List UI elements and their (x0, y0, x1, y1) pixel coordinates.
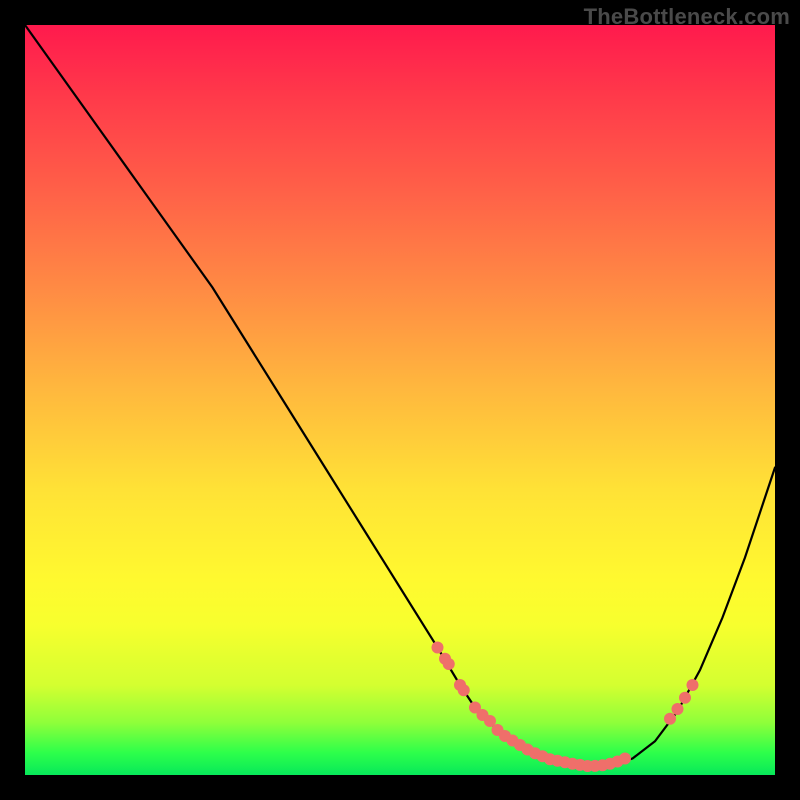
chart-plot (25, 25, 775, 775)
curve-marker (672, 703, 684, 715)
curve-marker (432, 642, 444, 654)
curve-markers (432, 642, 699, 773)
curve-marker (664, 713, 676, 725)
watermark-text: TheBottleneck.com (584, 4, 790, 30)
curve-marker (443, 658, 455, 670)
curve-marker (458, 684, 470, 696)
curve-marker (679, 692, 691, 704)
curve-marker (687, 679, 699, 691)
chart-frame (25, 25, 775, 775)
bottleneck-curve (25, 25, 775, 766)
curve-marker (619, 753, 631, 765)
